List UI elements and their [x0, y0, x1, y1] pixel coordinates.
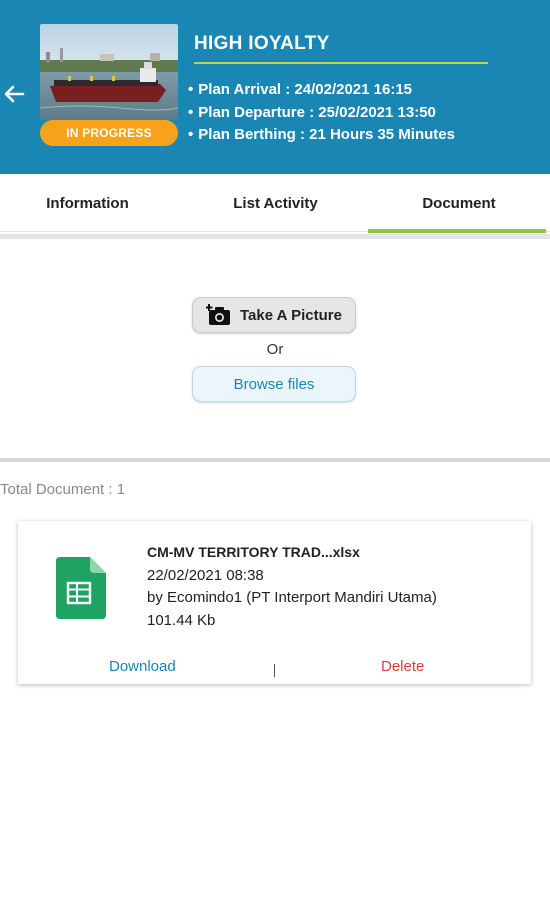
status-badge: IN PROGRESS — [40, 120, 178, 146]
file-uploader: by Ecomindo1 (PT Interport Mandiri Utama… — [147, 589, 437, 606]
spreadsheet-file-icon — [56, 557, 106, 619]
file-size: 101.44 Kb — [147, 612, 216, 629]
file-name: CM-MV TERRITORY TRAD...xlsx — [147, 544, 360, 560]
total-document-count: Total Document : 1 — [0, 481, 126, 498]
tab-list-activity[interactable]: List Activity — [183, 174, 368, 232]
tab-document[interactable]: Document — [368, 174, 550, 232]
tab-bar: Information List Activity Document — [0, 174, 550, 233]
or-label: Or — [266, 341, 284, 358]
browse-files-button[interactable]: Browse files — [192, 366, 356, 402]
take-picture-label: Take A Picture — [240, 306, 342, 324]
action-separator — [274, 664, 275, 677]
file-date: 22/02/2021 08:38 — [147, 567, 264, 584]
vessel-photo — [40, 24, 178, 120]
plan-arrival: Plan Arrival : 24/02/2021 16:15 — [188, 79, 455, 102]
tab-divider — [0, 234, 550, 239]
take-picture-button[interactable]: Take A Picture — [192, 297, 356, 333]
vessel-header: IN PROGRESS HIGH IOYALTY Plan Arrival : … — [0, 0, 550, 174]
back-arrow-icon[interactable] — [0, 78, 28, 110]
tab-information[interactable]: Information — [0, 174, 175, 232]
vessel-name: HIGH IOYALTY — [194, 33, 330, 54]
delete-link[interactable]: Delete — [381, 658, 424, 675]
download-link[interactable]: Download — [109, 658, 176, 675]
active-tab-indicator — [368, 229, 546, 233]
title-underline — [194, 62, 488, 64]
document-card: CM-MV TERRITORY TRAD...xlsx 22/02/2021 0… — [18, 521, 531, 684]
plan-departure: Plan Departure : 25/02/2021 13:50 — [188, 102, 455, 125]
document-actions: Download Delete — [18, 655, 531, 677]
plan-schedule-list: Plan Arrival : 24/02/2021 16:15 Plan Dep… — [188, 79, 455, 147]
add-camera-icon — [206, 304, 232, 326]
section-divider — [0, 458, 550, 462]
plan-berthing: Plan Berthing : 21 Hours 35 Minutes — [188, 124, 455, 147]
